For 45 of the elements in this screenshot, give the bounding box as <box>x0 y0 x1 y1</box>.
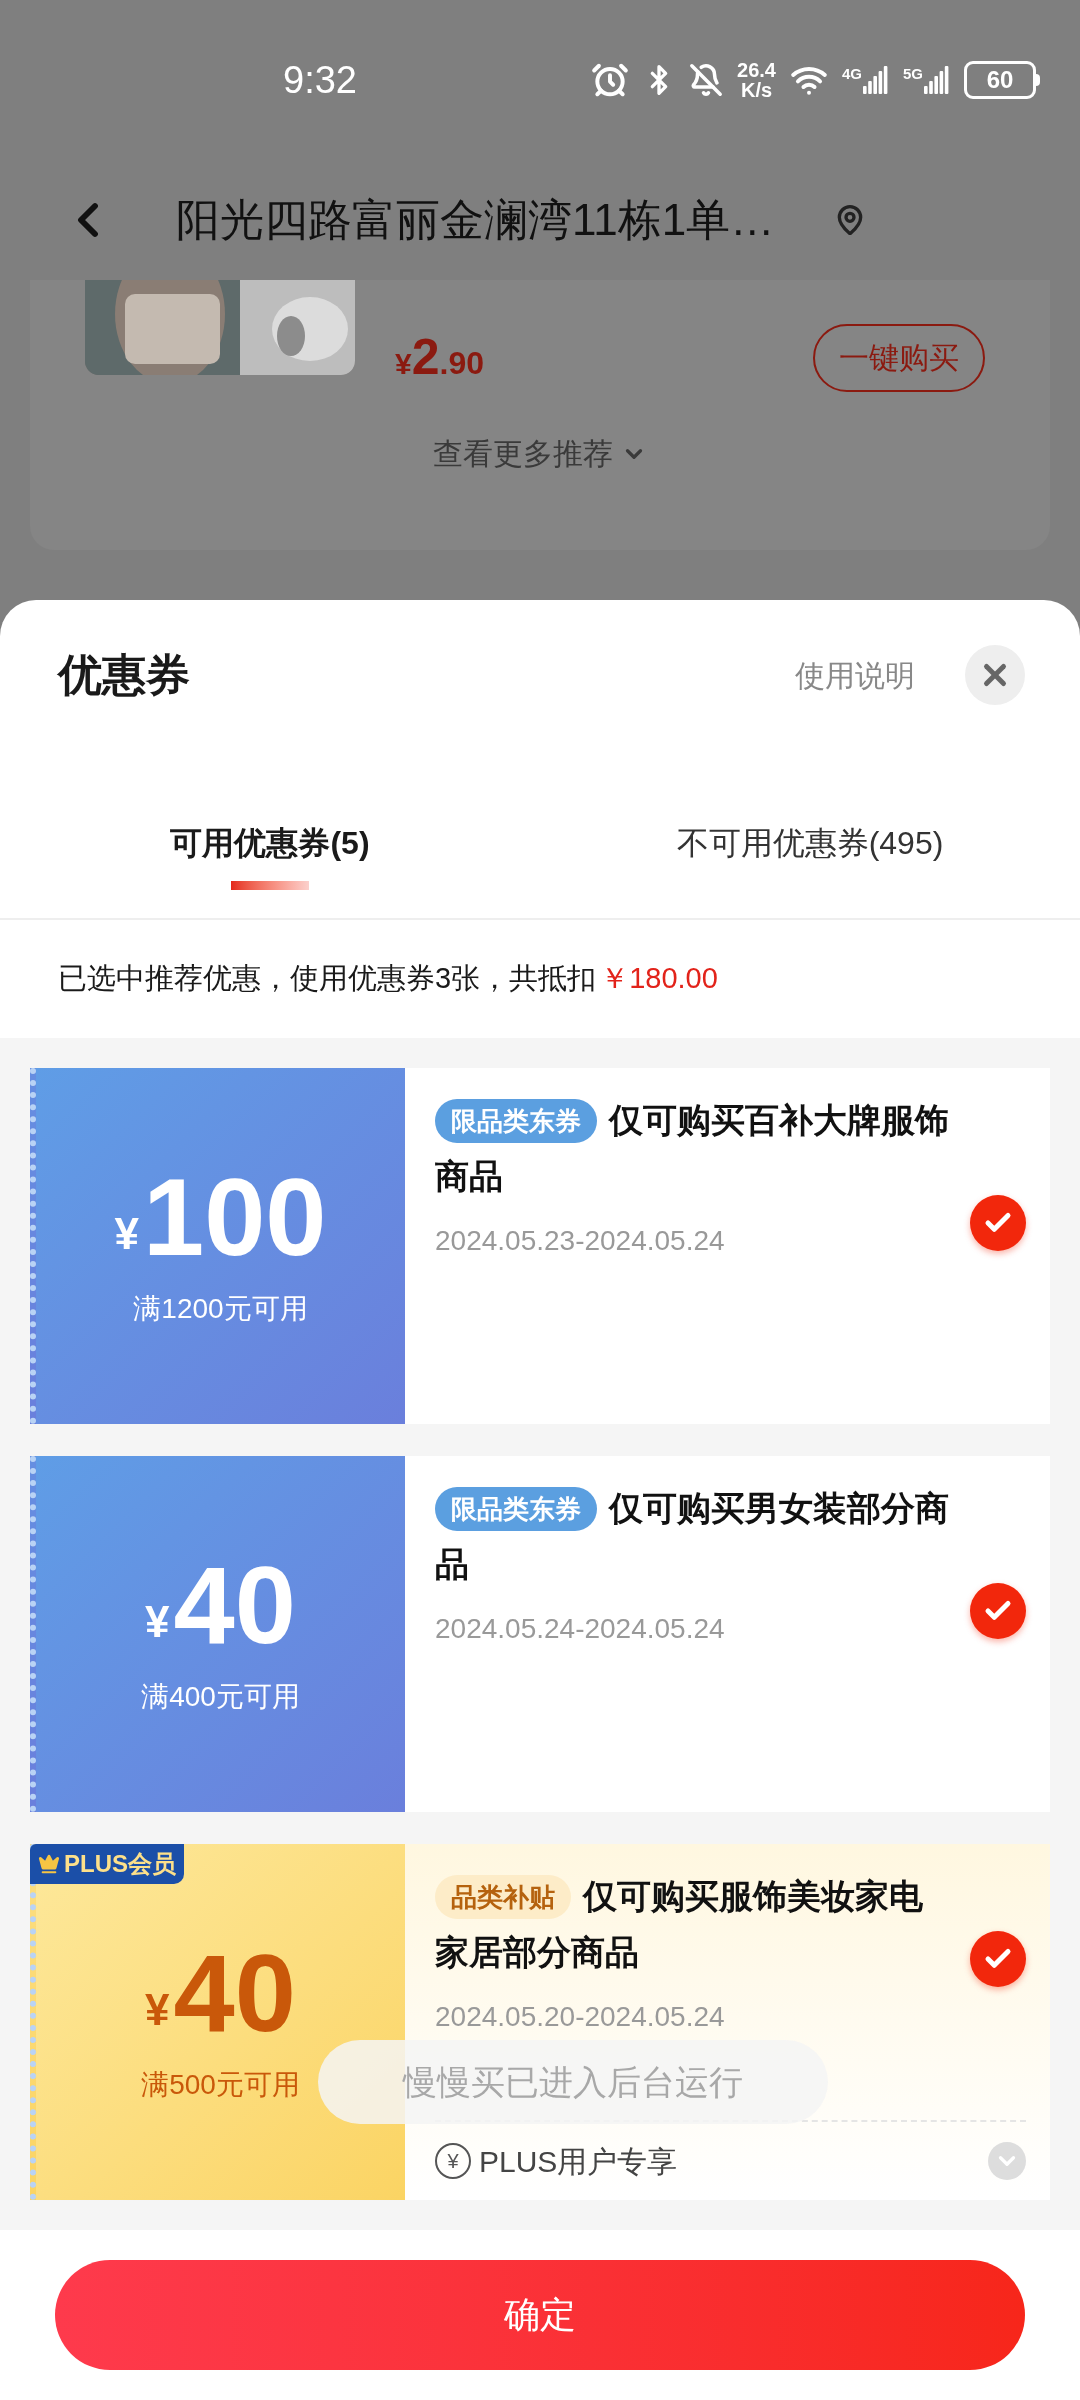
coupon-title: 限品类东券 仅可购买百补大牌服饰商品 <box>435 1098 950 1197</box>
coupon-condition: 满1200元可用 <box>133 1292 308 1326</box>
currency-symbol: ¥ <box>114 1212 139 1256</box>
address-title[interactable]: 阳光四路富丽金澜湾11栋1单… <box>176 187 775 253</box>
plus-member-badge: PLUS会员 <box>30 1844 184 1884</box>
network-label: 5G <box>903 66 923 81</box>
network-label: 4G <box>841 66 862 81</box>
currency-symbol: ¥ <box>145 1988 170 2032</box>
currency-symbol: ¥ <box>145 1600 170 1644</box>
coupon-tag: 限品类东券 <box>435 1487 597 1531</box>
coupon-dates: 2024.05.20-2024.05.24 <box>435 2000 726 2034</box>
coupon-amount: 40 <box>173 1938 296 2048</box>
signal-icon <box>924 66 950 94</box>
check-icon[interactable] <box>970 1195 1026 1251</box>
coupon-dates: 2024.05.24-2024.05.24 <box>435 1612 726 1646</box>
sheet-title: 优惠券 <box>58 649 191 701</box>
confirm-button[interactable]: 确定 <box>55 2260 1025 2370</box>
coupon-tag: 品类补贴 <box>435 1875 571 1919</box>
coupon-condition: 满500元可用 <box>141 2068 300 2102</box>
buy-now-button[interactable]: 一键购买 <box>813 323 985 392</box>
coupon-tag: 限品类东券 <box>435 1099 597 1143</box>
mute-icon <box>689 63 724 97</box>
alarm-icon <box>591 61 630 99</box>
status-time: 9:32 <box>283 57 357 103</box>
coupon-amount: 40 <box>173 1550 296 1660</box>
coupon-condition: 满400元可用 <box>141 1680 300 1714</box>
coupon-footer: PLUS用户专享 <box>479 2138 980 2184</box>
more-recommendations-link[interactable]: 查看更多推荐 <box>433 431 613 476</box>
coupon-title: 品类补贴 仅可购买服饰美妆家电家居部分商品 <box>435 1874 924 1973</box>
yuan-icon: ¥ <box>435 2143 471 2179</box>
signal-icon <box>863 66 889 94</box>
network-speed: 26.4 <box>737 60 776 80</box>
price: ¥2.90 <box>395 328 484 387</box>
speed-unit: K/s <box>740 80 773 100</box>
background-toast: 慢慢买已进入后台运行 <box>318 2040 828 2124</box>
help-link[interactable]: 使用说明 <box>795 652 915 698</box>
summary-text: 已选中推荐优惠，使用优惠券3张，共抵扣￥180.00 <box>58 961 718 997</box>
coupon-amount: 100 <box>142 1162 327 1272</box>
battery-icon: 60 <box>964 61 1036 99</box>
check-icon[interactable] <box>970 1931 1026 1987</box>
coupon-tab[interactable]: 可用优惠券(5) <box>0 790 540 918</box>
coupon-title: 限品类东券 仅可购买男女装部分商品 <box>435 1486 950 1585</box>
coupon-dates: 2024.05.23-2024.05.24 <box>435 1224 726 1258</box>
coupon-tab[interactable]: 不可用优惠券(495) <box>540 790 1080 918</box>
check-icon[interactable] <box>970 1583 1026 1639</box>
